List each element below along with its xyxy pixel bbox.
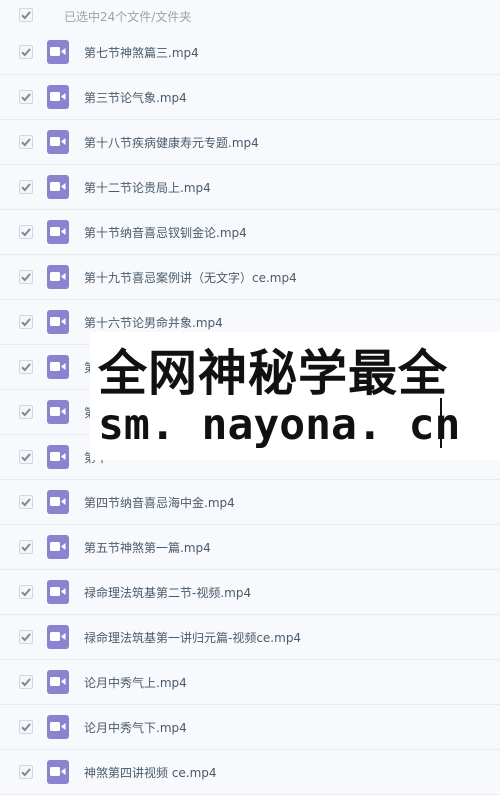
file-name[interactable]: 禄命理法筑基第二节-视频.mp4 [84, 584, 251, 601]
file-row[interactable]: 第四节纳音喜忌海中金.mp4 [0, 480, 500, 525]
file-name[interactable]: 论月中秀气下.mp4 [84, 719, 187, 736]
file-row[interactable]: 第十节纳音喜忌钗钏金论.mp4 [0, 210, 500, 255]
video-file-icon [47, 760, 69, 784]
file-row[interactable]: 禄命理法筑基第二节-视频.mp4 [0, 570, 500, 615]
file-row[interactable]: 论月中秀气下.mp4 [0, 705, 500, 750]
file-checkbox[interactable] [19, 585, 33, 599]
selection-count-text: 已选中24个文件/文件夹 [64, 10, 192, 24]
file-checkbox[interactable] [19, 540, 33, 554]
video-file-icon [47, 265, 69, 289]
watermark-overlay: 全网神秘学最全 sm. nayona. cn [90, 332, 500, 460]
file-name[interactable]: 第十八节疾病健康寿元专题.mp4 [84, 134, 259, 151]
file-name[interactable]: 第五节神煞第一篇.mp4 [84, 539, 211, 556]
file-name[interactable]: 第十节纳音喜忌钗钏金论.mp4 [84, 224, 247, 241]
watermark-title: 全网神秘学最全 [98, 345, 449, 402]
file-name[interactable]: 禄命理法筑基第一讲归元篇-视频ce.mp4 [84, 629, 301, 646]
file-checkbox[interactable] [19, 135, 33, 149]
video-file-icon [47, 400, 69, 424]
file-checkbox[interactable] [19, 765, 33, 779]
file-checkbox[interactable] [19, 720, 33, 734]
file-name[interactable]: 论月中秀气上.mp4 [84, 674, 187, 691]
file-name[interactable]: 第十九节喜忌案例讲（无文字）ce.mp4 [84, 269, 297, 286]
file-name[interactable]: 第十二节论贵局上.mp4 [84, 179, 211, 196]
file-checkbox[interactable] [19, 360, 33, 374]
file-checkbox[interactable] [19, 90, 33, 104]
video-file-icon [47, 355, 69, 379]
file-checkbox[interactable] [19, 225, 33, 239]
file-row[interactable]: 第十九节喜忌案例讲（无文字）ce.mp4 [0, 255, 500, 300]
file-row[interactable]: 第十八节疾病健康寿元专题.mp4 [0, 120, 500, 165]
file-checkbox[interactable] [19, 630, 33, 644]
video-file-icon [47, 580, 69, 604]
video-file-icon [47, 40, 69, 64]
file-checkbox[interactable] [19, 450, 33, 464]
file-checkbox[interactable] [19, 405, 33, 419]
file-row[interactable]: 禄命理法筑基第一讲归元篇-视频ce.mp4 [0, 615, 500, 660]
file-checkbox[interactable] [19, 675, 33, 689]
video-file-icon [47, 625, 69, 649]
text-cursor [440, 398, 442, 448]
file-row[interactable]: 第五节神煞第一篇.mp4 [0, 525, 500, 570]
video-file-icon [47, 715, 69, 739]
file-name[interactable]: 神煞第四讲视频 ce.mp4 [84, 764, 217, 781]
file-row[interactable]: 第十二节论贵局上.mp4 [0, 165, 500, 210]
video-file-icon [47, 310, 69, 334]
selection-header: 已选中24个文件/文件夹 [0, 0, 500, 31]
file-checkbox[interactable] [19, 180, 33, 194]
file-checkbox[interactable] [19, 495, 33, 509]
video-file-icon [47, 85, 69, 109]
file-name[interactable]: 第十六节论男命并象.mp4 [84, 314, 223, 331]
file-name[interactable]: 第三节论气象.mp4 [84, 89, 187, 106]
file-row[interactable]: 第三节论气象.mp4 [0, 75, 500, 120]
video-file-icon [47, 490, 69, 514]
video-file-icon [47, 220, 69, 244]
video-file-icon [47, 130, 69, 154]
video-file-icon [47, 445, 69, 469]
file-checkbox[interactable] [19, 45, 33, 59]
file-row[interactable]: 神煞第四讲视频 ce.mp4 [0, 750, 500, 795]
file-name[interactable]: 第七节神煞篇三.mp4 [84, 44, 199, 61]
file-row[interactable]: 论月中秀气上.mp4 [0, 660, 500, 705]
watermark-url: sm. nayona. cn [98, 400, 461, 450]
file-name[interactable]: 第四节纳音喜忌海中金.mp4 [84, 494, 235, 511]
file-checkbox[interactable] [19, 315, 33, 329]
video-file-icon [47, 175, 69, 199]
select-all-checkbox[interactable] [19, 8, 33, 22]
video-file-icon [47, 670, 69, 694]
video-file-icon [47, 535, 69, 559]
file-row[interactable]: 第七节神煞篇三.mp4 [0, 30, 500, 75]
file-checkbox[interactable] [19, 270, 33, 284]
